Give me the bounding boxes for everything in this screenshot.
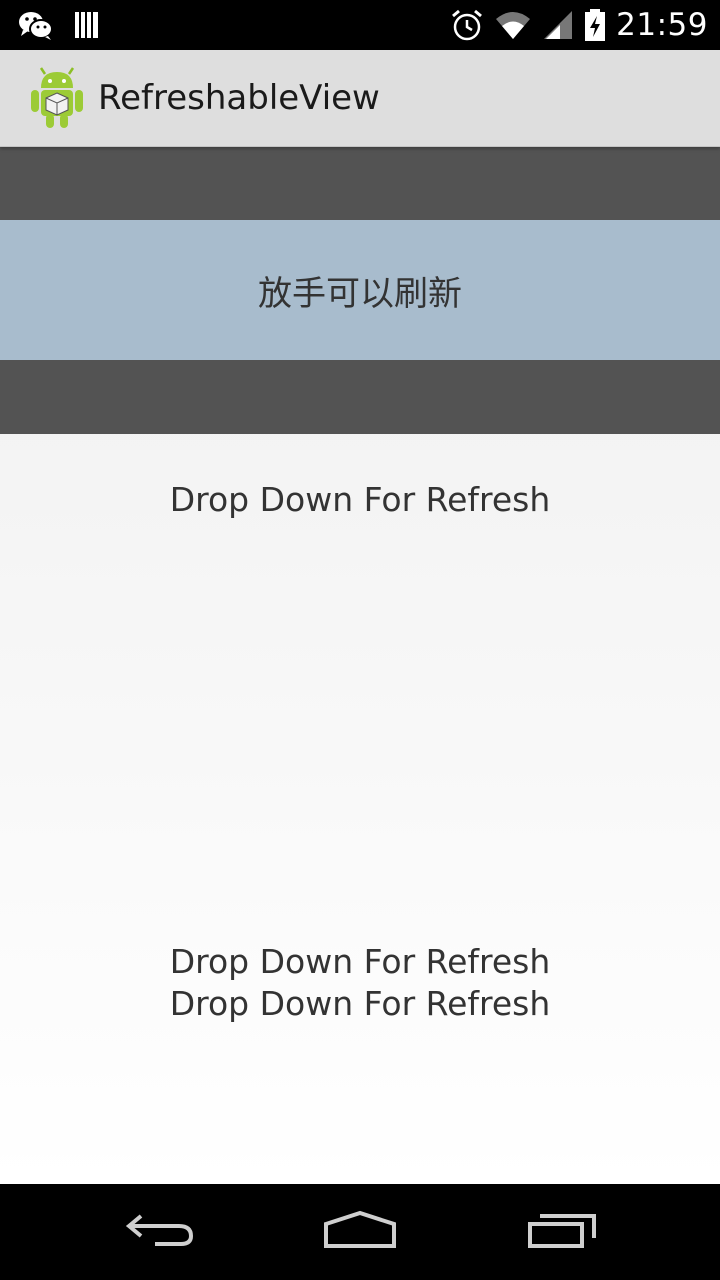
status-right-icons: 21:59 <box>450 6 708 44</box>
navigation-bar <box>0 1184 720 1280</box>
list-item[interactable]: Drop Down For Refresh <box>0 941 720 983</box>
android-app-icon[interactable] <box>28 66 86 130</box>
alarm-icon <box>450 8 484 42</box>
recent-apps-icon <box>526 1210 598 1254</box>
list-item[interactable]: Drop Down For Refresh <box>0 983 720 1025</box>
recent-apps-button[interactable] <box>502 1202 622 1262</box>
home-icon <box>322 1210 398 1254</box>
status-left-icons <box>18 8 100 42</box>
battery-charging-icon <box>584 8 606 42</box>
refresh-header-text: 放手可以刷新 <box>258 273 462 314</box>
wifi-icon <box>494 9 532 41</box>
pull-area-bottom <box>0 360 720 434</box>
list-item[interactable]: Drop Down For Refresh <box>0 479 720 521</box>
pull-area-top <box>0 146 720 220</box>
signal-icon <box>542 9 574 41</box>
barcode-icon <box>74 10 100 40</box>
status-time: 21:59 <box>616 7 708 43</box>
home-button[interactable] <box>300 1202 420 1262</box>
back-button[interactable] <box>100 1202 220 1262</box>
app-title: RefreshableView <box>98 78 380 118</box>
back-icon <box>125 1210 195 1254</box>
wechat-icon <box>18 10 54 40</box>
refresh-header: 放手可以刷新 <box>0 220 720 360</box>
action-bar: RefreshableView <box>0 50 720 147</box>
status-bar: 21:59 <box>0 0 720 50</box>
refreshable-view[interactable]: 放手可以刷新 Drop Down For Refresh Drop Down F… <box>0 146 720 1184</box>
